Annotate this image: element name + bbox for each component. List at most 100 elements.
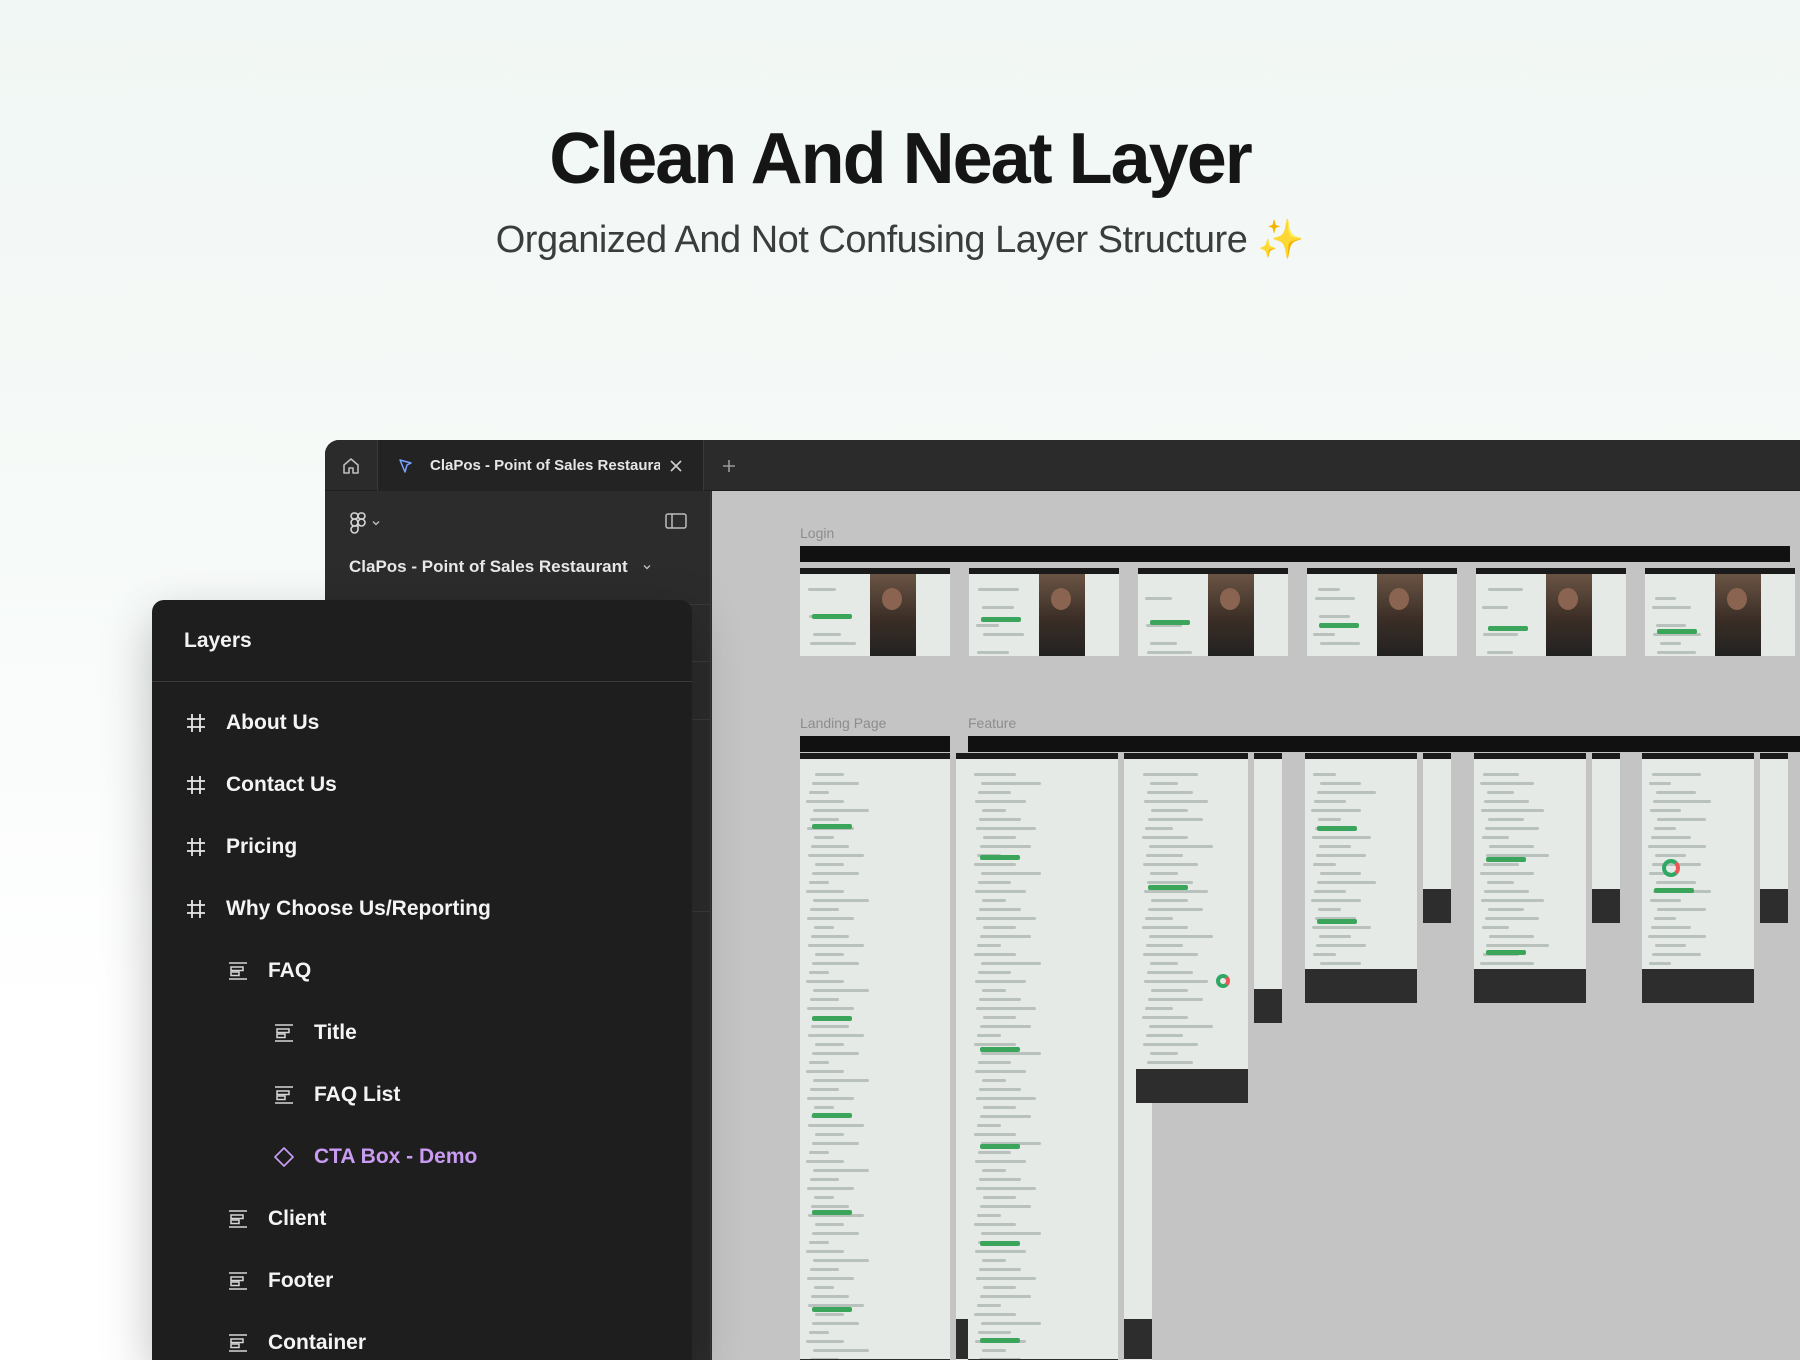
layer-row[interactable]: Client bbox=[152, 1188, 692, 1250]
layer-row[interactable]: FAQ bbox=[152, 940, 692, 1002]
thumb-text-line bbox=[815, 1133, 844, 1136]
home-tab[interactable] bbox=[325, 440, 378, 491]
layer-row[interactable]: CTA Box - Demo bbox=[152, 1126, 692, 1188]
layer-row[interactable]: Why Choose Us/Reporting bbox=[152, 878, 692, 940]
thumb-text-line bbox=[808, 944, 864, 947]
layer-row[interactable]: Pricing bbox=[152, 816, 692, 878]
thumb-text-line bbox=[1147, 881, 1193, 884]
file-tab[interactable]: ClaPos - Point of Sales Restaurant bbox=[378, 440, 704, 491]
thumb-text-line bbox=[1653, 800, 1711, 803]
thumb-text-line bbox=[974, 953, 1016, 956]
thumb-text-line bbox=[809, 791, 829, 794]
thumb-text-line bbox=[807, 917, 854, 920]
layers-panel: Layers About Us Contact Us Pricing Why Choo… bbox=[152, 600, 692, 1360]
thumb-text-line bbox=[1487, 651, 1513, 654]
thumb-text-line bbox=[810, 818, 839, 821]
thumb-text-line bbox=[979, 1178, 1021, 1181]
thumb-button bbox=[1317, 919, 1357, 924]
thumb-text-line bbox=[1150, 872, 1178, 875]
thumb-text-line bbox=[1146, 854, 1183, 857]
auto-layout-icon bbox=[226, 1269, 250, 1293]
thumb-photo-face bbox=[882, 588, 902, 610]
thumb-text-line bbox=[1142, 926, 1188, 929]
thumb-text-line bbox=[808, 854, 864, 857]
thumb-text-line bbox=[812, 1322, 859, 1325]
thumb-text-line bbox=[814, 1196, 834, 1199]
thumb-footer bbox=[1254, 989, 1282, 1023]
thumb-text-line bbox=[1149, 935, 1213, 938]
layer-row[interactable]: Footer bbox=[152, 1250, 692, 1312]
thumb-text-line bbox=[812, 1232, 859, 1235]
thumb-text-line bbox=[1320, 642, 1360, 645]
thumb-text-line bbox=[806, 980, 844, 983]
thumb-text-line bbox=[979, 908, 1021, 911]
page-frame-thumbnail bbox=[1305, 753, 1417, 1003]
thumb-button bbox=[980, 855, 1020, 860]
design-canvas[interactable]: Login Landing Page Feature bbox=[712, 491, 1800, 1360]
thumb-side-panel bbox=[1258, 580, 1286, 650]
thumb-text-line bbox=[977, 1304, 1001, 1307]
thumb-text-line bbox=[1148, 818, 1203, 821]
page-frame-thumbnail bbox=[800, 753, 950, 1360]
thumb-text-line bbox=[1649, 782, 1671, 785]
thumb-button bbox=[812, 1113, 852, 1118]
thumb-text-line bbox=[1149, 1025, 1213, 1028]
frame-icon bbox=[184, 835, 208, 859]
section-header-landing bbox=[800, 736, 950, 752]
thumb-button bbox=[980, 1144, 1020, 1149]
auto-layout-icon bbox=[226, 959, 250, 983]
thumb-text-line bbox=[1145, 917, 1173, 920]
thumb-text-line bbox=[1144, 980, 1208, 983]
thumb-text-line bbox=[1648, 845, 1706, 848]
thumb-text-line bbox=[1144, 800, 1208, 803]
thumb-text-line bbox=[976, 917, 1036, 920]
file-tab-label: ClaPos - Point of Sales Restaurant bbox=[430, 457, 660, 474]
new-tab-button[interactable] bbox=[715, 452, 743, 480]
thumb-text-line bbox=[982, 1079, 1006, 1082]
home-icon bbox=[343, 457, 359, 474]
thumb-button bbox=[812, 614, 852, 619]
thumb-footer bbox=[1136, 1069, 1248, 1103]
thumb-text-line bbox=[1146, 944, 1183, 947]
layer-row[interactable]: Container bbox=[152, 1312, 692, 1360]
layer-row[interactable]: About Us bbox=[152, 692, 692, 754]
section-label-landing: Landing Page bbox=[800, 715, 887, 731]
thumb-text-line bbox=[1314, 800, 1346, 803]
layer-row[interactable]: Contact Us bbox=[152, 754, 692, 816]
thumb-text-line bbox=[1151, 899, 1188, 902]
thumb-text-line bbox=[981, 1052, 1041, 1055]
layer-row[interactable]: FAQ List bbox=[152, 1064, 692, 1126]
layer-label: CTA Box - Demo bbox=[314, 1145, 478, 1168]
thumb-text-line bbox=[1480, 782, 1534, 785]
layer-label: Client bbox=[268, 1207, 327, 1230]
thumb-text-line bbox=[983, 926, 1016, 929]
thumb-text-line bbox=[1652, 773, 1701, 776]
thumb-text-line bbox=[974, 1133, 1016, 1136]
thumb-text-line bbox=[815, 1223, 844, 1226]
thumb-text-line bbox=[1482, 606, 1508, 609]
thumb-text-line bbox=[1313, 863, 1336, 866]
close-icon[interactable] bbox=[666, 456, 686, 476]
thumb-text-line bbox=[1319, 615, 1350, 618]
thumb-text-line bbox=[814, 836, 834, 839]
layer-row[interactable]: Title bbox=[152, 1002, 692, 1064]
thumb-text-line bbox=[974, 863, 1016, 866]
thumb-text-line bbox=[812, 872, 859, 875]
panel-toggle-icon[interactable] bbox=[664, 511, 688, 536]
thumb-text-line bbox=[813, 1349, 869, 1352]
main-menu-button[interactable] bbox=[349, 511, 381, 535]
thumb-button bbox=[1486, 950, 1526, 955]
thumb-text-line bbox=[811, 935, 849, 938]
thumb-text-line bbox=[1657, 908, 1706, 911]
file-title: ClaPos - Point of Sales Restaurant bbox=[349, 557, 628, 576]
thumb-side-panel bbox=[1765, 580, 1793, 650]
thumb-photo-face bbox=[1220, 588, 1240, 610]
thumb-text-line bbox=[975, 980, 1026, 983]
file-title-dropdown[interactable]: ClaPos - Point of Sales Restaurant bbox=[349, 557, 652, 577]
frame-icon bbox=[184, 773, 208, 797]
thumb-text-line bbox=[815, 1043, 844, 1046]
thumb-button bbox=[980, 1338, 1020, 1343]
thumb-text-line bbox=[1652, 606, 1691, 609]
thumb-text-line bbox=[981, 1232, 1041, 1235]
thumb-text-line bbox=[976, 1007, 1036, 1010]
